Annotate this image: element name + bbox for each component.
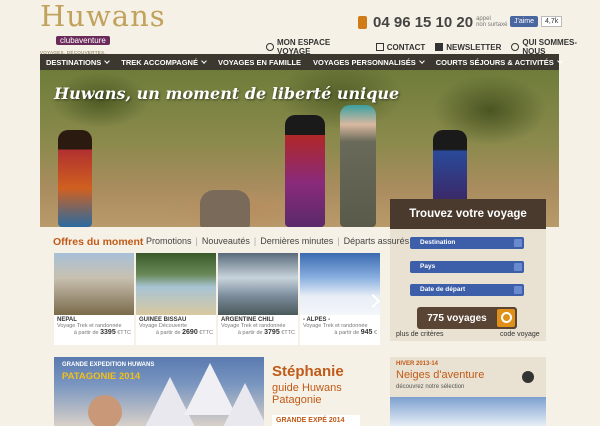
hero-person: [285, 115, 325, 227]
nav-personnalises[interactable]: VOYAGES PERSONNALISÉS: [307, 54, 430, 70]
hero-donkey: [200, 190, 250, 227]
main-nav: DESTINATIONS TREK ACCOMPAGNÉ VOYAGES EN …: [40, 54, 563, 70]
logo-text: Huwans: [40, 0, 166, 33]
dropdown-arrow-icon: [514, 263, 522, 271]
dropdown-arrow-icon: [514, 286, 522, 294]
dropdown-arrow-icon: [514, 239, 522, 247]
hiver-box[interactable]: HIVER 2013-14 Neiges d'aventure découvre…: [390, 357, 546, 426]
facebook-widget: J'aime 4,7k: [510, 16, 563, 27]
guide-role: guide Huwans Patagonie: [272, 382, 342, 406]
hiver-image: [390, 397, 546, 426]
grande-expe-link[interactable]: GRANDE EXPÉ 2014: [272, 415, 360, 426]
phone-note: appel non surtaxé: [476, 16, 508, 28]
offer-name: ARGENTINE CHILI: [221, 317, 274, 323]
mail-icon: [375, 43, 384, 51]
search-icon: [497, 309, 515, 327]
offer-image: [300, 253, 380, 315]
chevron-down-icon: [418, 57, 425, 64]
nav-trek[interactable]: TREK ACCOMPAGNÉ: [115, 54, 212, 70]
offer-price: à partir de 945 €: [334, 329, 377, 336]
pays-select[interactable]: Pays: [410, 261, 524, 273]
tab-departs-assures[interactable]: Départs assurés: [344, 236, 410, 246]
destination-select[interactable]: Destination: [410, 237, 524, 249]
offer-image: [218, 253, 298, 315]
offer-name: GUINEE BISSAU: [139, 317, 187, 323]
search-title: Trouvez votre voyage: [390, 199, 546, 229]
date-select[interactable]: Date de départ: [410, 284, 524, 296]
chevron-down-icon: [104, 57, 111, 64]
offer-tabs: Promotions | Nouveautés | Dernières minute…: [146, 236, 410, 246]
nav-famille[interactable]: VOYAGES EN FAMILLE: [212, 54, 307, 70]
hero-person: [340, 105, 376, 227]
promo-title: PATAGONIE 2014: [62, 371, 141, 382]
phone-block: 04 96 15 10 20 appel non surtaxé: [358, 12, 507, 32]
user-icon: [266, 43, 274, 51]
search-button[interactable]: 775 voyages: [417, 307, 517, 329]
phone-number: 04 96 15 10 20: [373, 13, 474, 31]
logo[interactable]: Huwans clubaventure VOYAGES, DÉCOUVERTES…: [40, 2, 165, 61]
offer-image: [136, 253, 216, 315]
guide-name: Stéphanie: [272, 363, 344, 380]
code-voyage-link[interactable]: code voyage: [500, 331, 540, 338]
offer-price: à partir de 3395 €TTC: [73, 329, 131, 336]
promo-label: GRANDE EXPEDITION HUWANS: [62, 362, 155, 368]
tab-nouveautes[interactable]: Nouveautés: [202, 236, 250, 246]
offer-card[interactable]: ARGENTINE CHILI Voyage Trek et randonnée…: [218, 253, 298, 345]
facebook-like-button[interactable]: J'aime: [510, 16, 539, 27]
logo-club: clubaventure: [56, 36, 110, 45]
newsletter-icon: [435, 43, 444, 51]
nav-destinations[interactable]: DESTINATIONS: [40, 54, 115, 70]
offer-price: à partir de 3795 €TTC: [237, 329, 295, 336]
hiver-label: HIVER 2013-14: [396, 361, 439, 367]
promo-mountain: [219, 383, 264, 426]
question-icon: [511, 43, 520, 51]
arrow-right-icon[interactable]: [522, 371, 534, 383]
promo-person: [88, 395, 122, 426]
voyage-count: 775 voyages: [427, 312, 487, 324]
more-criteria-link[interactable]: plus de critères: [396, 331, 443, 338]
chevron-down-icon: [556, 57, 563, 64]
hiver-subtitle: découvrez notre sélection: [396, 384, 465, 390]
offer-price: à partir de 2690 €TTC: [155, 329, 213, 336]
phone-icon: [358, 15, 367, 29]
offer-cards: NEPAL Voyage Trek et randonnée à partir …: [54, 253, 380, 345]
offers-title: Offres du moment: [53, 236, 144, 248]
hero-title: Huwans, un moment de liberté unique: [54, 84, 400, 103]
offer-name: NEPAL: [57, 317, 77, 323]
offer-card[interactable]: GUINEE BISSAU Voyage Découverte à partir…: [136, 253, 216, 345]
tab-dernieres-minutes[interactable]: Dernières minutes: [260, 236, 333, 246]
nav-courts-sejours[interactable]: COURTS SÉJOURS & ACTIVITÉS: [430, 54, 568, 70]
offer-image: [54, 253, 134, 315]
chevron-down-icon: [201, 57, 207, 64]
facebook-like-count: 4,7k: [541, 16, 563, 27]
offer-name: - ALPES -: [303, 317, 331, 323]
search-panel: Trouvez votre voyage Destination Pays Da…: [390, 199, 546, 341]
hiver-title: Neiges d'aventure: [396, 369, 485, 381]
tab-promotions[interactable]: Promotions: [146, 236, 192, 246]
hero-person: [58, 130, 92, 227]
offer-card[interactable]: NEPAL Voyage Trek et randonnée à partir …: [54, 253, 134, 345]
